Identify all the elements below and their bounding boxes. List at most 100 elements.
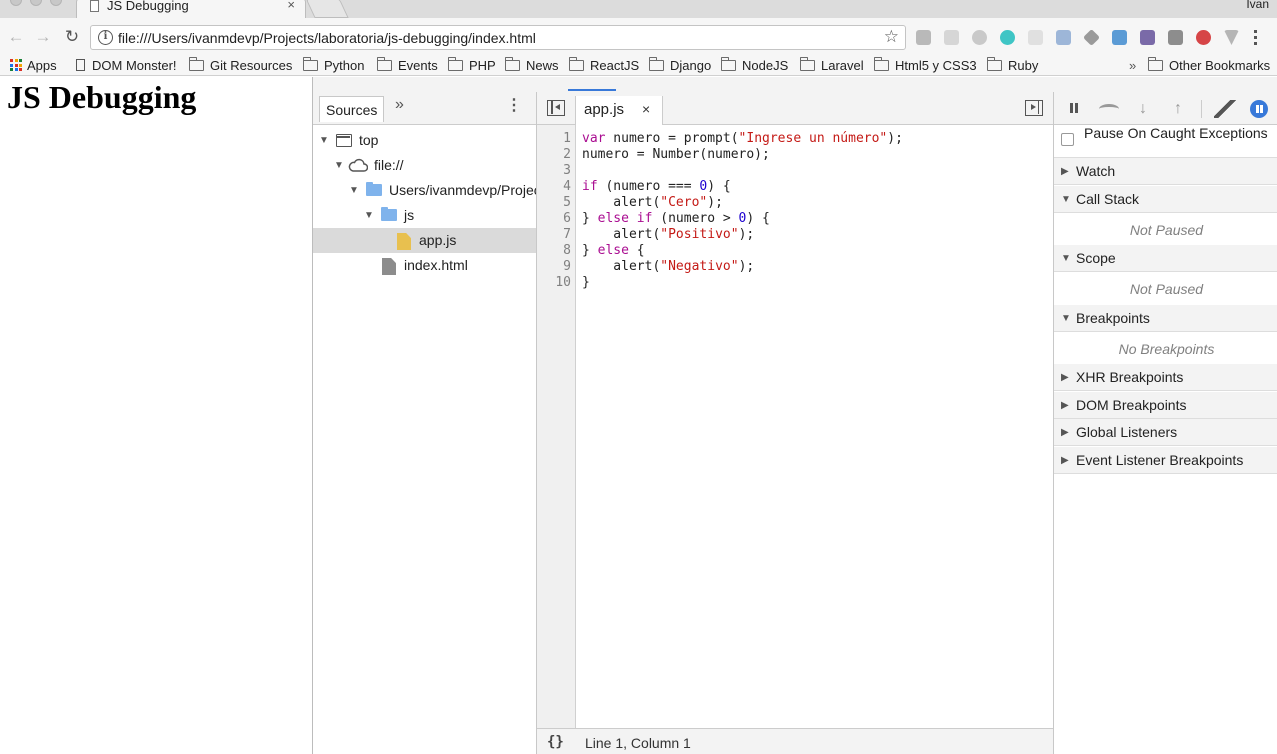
expand-triangle-icon[interactable]: ▼ [349,178,359,203]
menu-icon[interactable] [1254,30,1258,45]
line-number[interactable]: 10 [541,275,571,291]
pause-icon[interactable] [1065,100,1083,118]
page-icon [90,0,99,12]
bookmark-nodejs[interactable]: NodeJS [720,57,788,74]
line-number[interactable]: 9 [541,259,571,275]
bookmark-reactjs[interactable]: ReactJS [568,57,639,74]
expand-triangle-icon[interactable]: ▼ [334,153,344,178]
diamond-extension-icon[interactable] [1083,29,1100,46]
pause-on-exceptions-icon[interactable] [1250,100,1268,118]
tree-item-file[interactable]: ▼ file:// [313,153,536,178]
browser-tab-active[interactable]: JS Debugging × [76,0,306,18]
address-bar[interactable]: i file:///Users/ivanmdevp/Projects/labor… [90,25,906,50]
pause-on-caught-label[interactable]: Pause On Caught Exceptions [1084,125,1269,142]
section-dom-breakpoints[interactable]: ▶ DOM Breakpoints [1054,392,1277,419]
bookmark-python[interactable]: Python [302,57,364,74]
gray-extension-icon[interactable] [1168,30,1183,45]
grid-extension-icon[interactable] [944,30,959,45]
bookmark-html5-css3[interactable]: Html5 y CSS3 [873,57,977,74]
line-number[interactable]: 3 [541,163,571,179]
url-text[interactable]: file:///Users/ivanmdevp/Projects/laborat… [118,30,536,46]
bookmark-events[interactable]: Events [376,57,438,74]
deactivate-breakpoints-icon[interactable]: ⁄ [1214,100,1236,118]
expand-triangle-icon[interactable]: ▼ [319,128,329,153]
profile-name[interactable]: Ivan [1246,0,1269,11]
bookmark-other[interactable]: Other Bookmarks [1147,57,1270,74]
window-extension-icon[interactable] [1028,30,1043,45]
purple-extension-icon[interactable] [1140,30,1155,45]
line-number[interactable]: 6 [541,211,571,227]
step-out-icon[interactable]: ↑ [1169,100,1187,118]
tree-item-app-js[interactable]: app.js [313,228,536,253]
section-xhr-breakpoints[interactable]: ▶ XHR Breakpoints [1054,364,1277,391]
line-number[interactable]: 2 [541,147,571,163]
line-number[interactable]: 5 [541,195,571,211]
teal-extension-icon[interactable] [1000,30,1015,45]
code-line[interactable]: } else if (numero > 0) { [582,211,770,227]
close-window-button[interactable] [10,0,22,6]
tree-item-top[interactable]: ▼ top [313,128,536,153]
code-line[interactable]: alert("Positivo"); [582,227,754,243]
pause-on-caught-checkbox[interactable] [1061,133,1074,146]
tree-item-js-folder[interactable]: ▼ js [313,203,536,228]
close-tab-button[interactable]: × [287,0,295,12]
angular-extension-icon[interactable] [972,30,987,45]
code-line[interactable]: alert("Cero"); [582,195,723,211]
bookmark-ruby[interactable]: Ruby [986,57,1038,74]
bookmark-dom-monster[interactable]: DOM Monster! [76,58,177,74]
new-tab-button[interactable] [305,0,349,18]
tree-item-users-folder[interactable]: ▼ Users/ivanmdevp/Projects/laboratoria/j… [313,178,536,203]
step-into-icon[interactable]: ↓ [1134,100,1152,118]
bookmark-php[interactable]: PHP [447,57,496,74]
pinterest-icon[interactable] [1196,30,1211,45]
code-line[interactable]: if (numero === 0) { [582,179,731,195]
tab-app-js[interactable]: app.js × [575,96,663,125]
camera-extension-icon[interactable] [916,30,931,45]
code-line[interactable]: alert("Negativo"); [582,259,754,275]
forward-button[interactable]: → [33,27,53,47]
section-event-listener-breakpoints[interactable]: ▶ Event Listener Breakpoints [1054,447,1277,474]
info-icon[interactable]: i [98,30,113,45]
toggle-debugger-icon[interactable] [1025,100,1043,116]
navigator-menu-button[interactable]: ⋮ [506,98,522,114]
tree-item-index-html[interactable]: index.html [313,253,536,278]
toggle-navigator-icon[interactable] [547,100,565,116]
expand-triangle-icon[interactable]: ▼ [364,203,374,228]
expanded-triangle-icon: ▼ [1061,313,1071,324]
section-breakpoints[interactable]: ▼ Breakpoints [1054,305,1277,332]
bookmark-laravel[interactable]: Laravel [799,57,864,74]
tab-sources[interactable]: Sources [319,96,385,122]
resize-extension-icon[interactable] [1056,30,1071,45]
line-number[interactable]: 7 [541,227,571,243]
section-call-stack[interactable]: ▼ Call Stack [1054,186,1277,213]
pretty-print-button[interactable]: {} [547,734,564,750]
section-watch[interactable]: ▶ Watch [1054,158,1277,185]
more-tabs-button[interactable]: » [395,96,404,114]
pause-on-caught-row[interactable]: Pause On Caught Exceptions [1054,125,1277,158]
close-tab-icon[interactable]: × [642,101,650,117]
blue-extension-icon[interactable] [1112,30,1127,45]
line-number[interactable]: 8 [541,243,571,259]
line-number[interactable]: 1 [541,131,571,147]
code-area[interactable]: var numero = prompt("Ingrese un número")… [582,125,1052,725]
section-global-listeners[interactable]: ▶ Global Listeners [1054,419,1277,446]
back-button[interactable]: ← [6,27,26,47]
bookmark-git-resources[interactable]: Git Resources [188,57,292,74]
step-over-icon[interactable] [1099,104,1119,114]
bookmark-news[interactable]: News [504,57,559,74]
code-line[interactable]: numero = Number(numero); [582,147,770,163]
vue-extension-icon[interactable] [1224,30,1239,45]
bookmark-apps[interactable]: Apps [10,58,57,74]
code-line[interactable]: var numero = prompt("Ingrese un número")… [582,131,903,147]
code-line[interactable]: } [582,275,590,291]
minimize-window-button[interactable] [30,0,42,6]
section-scope[interactable]: ▼ Scope [1054,245,1277,272]
bookmarks-overflow-button[interactable]: » [1129,58,1136,74]
code-line[interactable]: } else { [582,243,645,259]
bookmark-django[interactable]: Django [648,57,711,74]
zoom-window-button[interactable] [50,0,62,6]
line-number[interactable]: 4 [541,179,571,195]
bookmark-star-icon[interactable]: ☆ [884,27,899,47]
reload-button[interactable]: ↻ [62,27,82,47]
line-number-gutter[interactable]: 1 2 3 4 5 6 7 8 9 10 [537,125,576,728]
